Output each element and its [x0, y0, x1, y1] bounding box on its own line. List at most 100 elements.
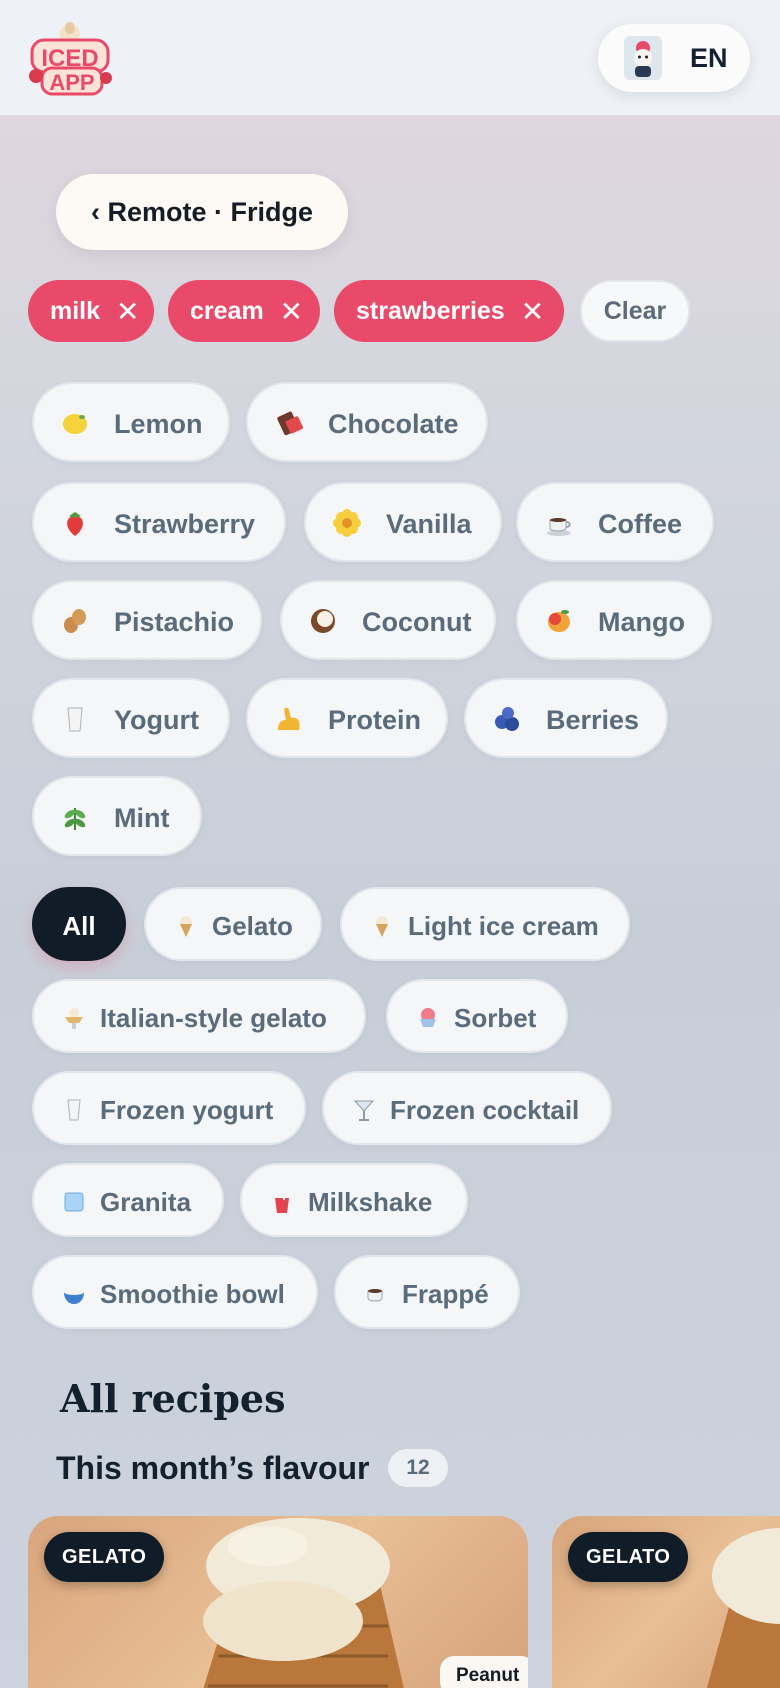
bowl-icon — [64, 1289, 84, 1304]
category-label: Milkshake — [308, 1187, 433, 1217]
category-gelato[interactable]: Gelato — [144, 887, 322, 961]
chip-label: cream — [190, 296, 264, 325]
flavor-label: Coconut — [362, 607, 472, 637]
category-label: Gelato — [212, 911, 293, 941]
flexed-arm-icon — [278, 707, 300, 730]
language-switcher[interactable]: EN — [598, 24, 750, 92]
clear-button[interactable]: Clear — [580, 280, 690, 342]
peanut-icon — [64, 609, 86, 633]
flavor-protein[interactable]: Protein — [246, 678, 448, 758]
flavor-strawberry[interactable]: Strawberry — [32, 482, 286, 562]
flavor-label: Coffee — [598, 509, 683, 539]
ice-cube-icon — [64, 1192, 84, 1212]
flower-icon — [333, 509, 361, 537]
shaved-ice-icon — [420, 1008, 436, 1027]
flavor-label: Mint — [114, 803, 170, 833]
ingredient-chip-milk[interactable]: milk ✕ — [28, 280, 154, 342]
category-label: Sorbet — [454, 1003, 537, 1033]
category-frappe[interactable]: Frappé — [334, 1255, 520, 1329]
back-button[interactable]: ‹ Remote · Fridge — [56, 174, 348, 250]
flavor-yogurt[interactable]: Yogurt — [32, 678, 230, 758]
top-bar: ICED APP EN — [0, 0, 780, 116]
flavor-label: Vanilla — [386, 509, 472, 539]
cocktail-icon — [353, 1100, 375, 1121]
glass-icon — [67, 707, 83, 732]
chip-label: milk — [50, 296, 101, 325]
tag-label: Peanut — [456, 1665, 520, 1686]
coffee-cup-icon — [367, 1289, 383, 1302]
flavor-label: Chocolate — [328, 409, 459, 439]
flavor-label: Lemon — [114, 409, 203, 439]
flavor-lemon[interactable]: Lemon — [32, 382, 230, 462]
flavor-mango[interactable]: Mango — [516, 580, 712, 660]
category-light-ice-cream[interactable]: Light ice cream — [340, 887, 630, 961]
flavor-label: Pistachio — [114, 607, 235, 637]
mango-icon — [548, 610, 570, 632]
lemon-icon — [63, 414, 87, 434]
ingredient-chip-cream[interactable]: cream ✕ — [168, 280, 320, 342]
sundae-icon — [65, 1008, 83, 1029]
flavor-coconut[interactable]: Coconut — [280, 580, 496, 660]
cup-with-straw-icon — [275, 1191, 289, 1213]
category-label: Light ice cream — [408, 911, 599, 941]
badge-label: GELATO — [62, 1545, 147, 1568]
ingredient-chip-strawberries[interactable]: strawberries ✕ — [334, 280, 564, 342]
recipe-card[interactable]: GELATO Peanut — [28, 1516, 528, 1688]
category-badge: GELATO — [44, 1532, 165, 1582]
section-subtitle: This month’s flavour — [56, 1450, 370, 1486]
category-badge: GELATO — [568, 1532, 689, 1582]
flavor-berries[interactable]: Berries — [464, 678, 668, 758]
category-label: Frappé — [402, 1279, 489, 1309]
flavor-label: Strawberry — [114, 509, 256, 539]
flavor-mint[interactable]: Mint — [32, 776, 202, 856]
back-label: ‹ Remote · Fridge — [90, 196, 313, 227]
flavor-tag: Peanut — [440, 1656, 528, 1688]
category-smoothie-bowl[interactable]: Smoothie bowl — [32, 1255, 318, 1329]
flavor-label: Berries — [546, 705, 640, 735]
chocolate-icon — [277, 411, 303, 436]
flavor-label: Mango — [598, 607, 685, 637]
category-all[interactable]: All — [32, 887, 126, 961]
category-label: Italian-style gelato — [100, 1003, 327, 1033]
app-logo[interactable]: ICED APP — [26, 20, 116, 98]
badge-label: GELATO — [586, 1545, 671, 1568]
recipe-count-badge: 12 — [388, 1449, 448, 1487]
category-milkshake[interactable]: Milkshake — [240, 1163, 468, 1237]
section-title: All recipes — [60, 1376, 286, 1421]
close-icon[interactable]: ✕ — [116, 295, 139, 328]
herb-icon — [64, 808, 86, 830]
category-sorbet[interactable]: Sorbet — [386, 979, 568, 1053]
category-granita[interactable]: Granita — [32, 1163, 224, 1237]
flavor-label: Yogurt — [114, 705, 199, 735]
category-frozen-cocktail[interactable]: Frozen cocktail — [322, 1071, 612, 1145]
blueberries-icon — [495, 707, 519, 731]
flavor-pistachio[interactable]: Pistachio — [32, 580, 262, 660]
strawberry-icon — [67, 512, 83, 536]
ice-cream-cone-icon — [180, 916, 192, 937]
recipe-count: 12 — [406, 1456, 430, 1479]
ice-cream-cone-icon — [376, 916, 388, 937]
category-label: Granita — [100, 1187, 192, 1217]
logo-text-top: ICED — [41, 45, 98, 72]
category-frozen-yogurt[interactable]: Frozen yogurt — [32, 1071, 306, 1145]
clear-label: Clear — [603, 296, 667, 325]
logo-text-bottom: APP — [49, 70, 94, 95]
language-label: EN — [690, 43, 728, 73]
recipe-card[interactable]: GELATO — [552, 1516, 780, 1688]
category-label: Frozen cocktail — [390, 1095, 580, 1125]
coconut-icon — [311, 609, 335, 633]
category-italian-style-gelato[interactable]: Italian-style gelato — [32, 979, 366, 1053]
flavor-chocolate[interactable]: Chocolate — [246, 382, 488, 462]
close-icon[interactable]: ✕ — [521, 295, 544, 328]
close-icon[interactable]: ✕ — [280, 295, 303, 328]
avatar — [624, 36, 662, 80]
flavor-coffee[interactable]: Coffee — [516, 482, 714, 562]
category-label: Smoothie bowl — [100, 1279, 285, 1309]
glass-icon — [67, 1099, 81, 1121]
flavor-vanilla[interactable]: Vanilla — [304, 482, 502, 562]
category-label: All — [62, 911, 96, 941]
category-label: Frozen yogurt — [100, 1095, 274, 1125]
coffee-cup-icon — [547, 518, 571, 536]
chip-label: strawberries — [356, 296, 505, 325]
flavor-label: Protein — [328, 705, 422, 735]
